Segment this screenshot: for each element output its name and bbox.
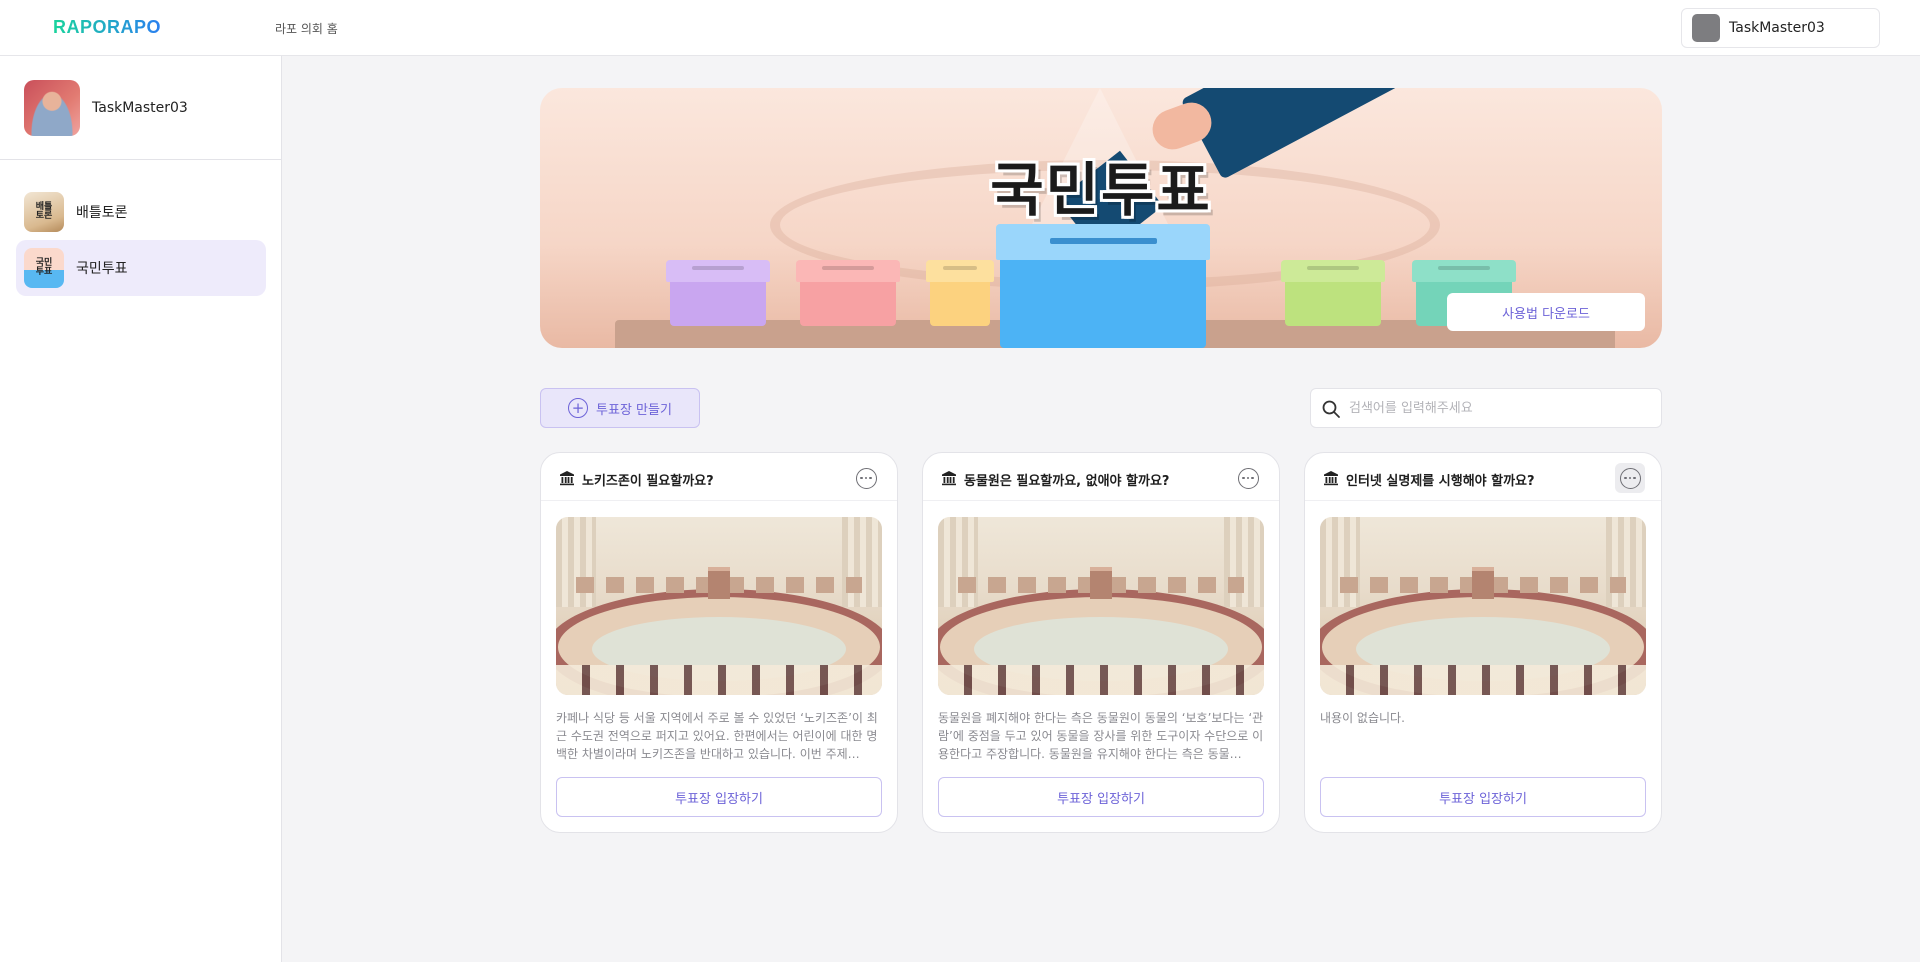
create-poll-label: 투표장 만들기 (596, 402, 672, 418)
download-guide-button[interactable]: 사용법 다운로드 (1447, 293, 1645, 331)
top-header: RAPORAPO 라포 의회 홈 TaskMaster03 (0, 0, 1920, 56)
poll-card-description: 카페나 식당 등 서울 지역에서 주로 볼 수 있었던 ‘노키즈존’이 최근 수… (556, 711, 878, 761)
assembly-hall-image (556, 517, 882, 695)
banner-title: 국민투표 (990, 156, 1212, 224)
more-options-icon (855, 467, 877, 489)
sidebar-item-label: 배틀토론 (76, 205, 128, 221)
profile-avatar (24, 80, 80, 136)
poll-card: 동물원은 필요할까요, 없애야 할까요? 동물원을 폐지해야 한다는 측은 동물… (922, 452, 1280, 833)
more-options-icon (1619, 467, 1641, 489)
poll-card-description: 내용이 없습니다. (1320, 711, 1405, 725)
more-options-button[interactable] (1615, 463, 1645, 493)
enter-poll-button[interactable]: 투표장 입장하기 (938, 777, 1264, 817)
poll-card-header: 동물원은 필요할까요, 없애야 할까요? (923, 453, 1279, 501)
user-menu-button[interactable]: TaskMaster03 (1681, 8, 1880, 48)
sidebar-item-national-vote[interactable]: 국민 투표 국민투표 (16, 240, 266, 296)
poll-card-description: 동물원을 폐지해야 한다는 측은 동물원이 동물의 ‘보호’보다는 ‘관람’에 … (938, 711, 1264, 761)
institution-icon (560, 471, 574, 486)
user-name: TaskMaster03 (1729, 20, 1825, 36)
home-link[interactable]: 라포 의회 홈 (275, 20, 338, 37)
sidebar-item-battle-debate[interactable]: 배틀 토론 배틀토론 (16, 184, 266, 240)
more-options-button[interactable] (851, 463, 881, 493)
national-vote-thumbnail: 국민 투표 (24, 248, 64, 288)
assembly-hall-image (938, 517, 1264, 695)
raporapo-logo[interactable]: RAPORAPO (53, 17, 161, 38)
poll-card: 노키즈존이 필요할까요? 카페나 식당 등 서울 지역에서 주로 볼 수 있었던… (540, 452, 898, 833)
search-input[interactable] (1349, 389, 1649, 427)
profile-name: TaskMaster03 (92, 100, 188, 116)
sidebar: TaskMaster03 배틀 토론 배틀토론 국민 투표 국민투표 (0, 56, 282, 962)
battle-debate-thumbnail: 배틀 토론 (24, 192, 64, 232)
plus-circle-icon: + (568, 398, 589, 418)
search-icon (1322, 400, 1340, 418)
ballot-box-blue (996, 224, 1210, 348)
poll-card: 인터넷 실명제를 시행해야 할까요? 내용이 없습니다. 투표장 입장하기 (1304, 452, 1662, 833)
more-options-icon (1237, 467, 1259, 489)
search-box (1310, 388, 1662, 428)
ballot-box-purple (666, 260, 770, 326)
institution-icon (1324, 471, 1338, 486)
ballot-box-yellow (926, 260, 994, 326)
more-options-button[interactable] (1233, 463, 1263, 493)
enter-poll-button[interactable]: 투표장 입장하기 (556, 777, 882, 817)
create-poll-button[interactable]: + 투표장 만들기 (540, 388, 700, 428)
ballot-box-red (796, 260, 900, 326)
assembly-hall-image (1320, 517, 1646, 695)
institution-icon (942, 471, 956, 486)
hero-banner: 국민투표 사용법 다운로드 (540, 88, 1662, 348)
enter-poll-button[interactable]: 투표장 입장하기 (1320, 777, 1646, 817)
profile-section: TaskMaster03 (0, 56, 281, 160)
poll-card-title: 노키즈존이 필요할까요? (582, 474, 714, 489)
user-avatar (1692, 14, 1720, 42)
sidebar-item-label: 국민투표 (76, 261, 128, 277)
poll-card-header: 인터넷 실명제를 시행해야 할까요? (1305, 453, 1661, 501)
poll-card-header: 노키즈존이 필요할까요? (541, 453, 897, 501)
poll-card-title: 인터넷 실명제를 시행해야 할까요? (1346, 474, 1535, 489)
ballot-box-green (1281, 260, 1385, 326)
poll-card-title: 동물원은 필요할까요, 없애야 할까요? (964, 474, 1170, 489)
